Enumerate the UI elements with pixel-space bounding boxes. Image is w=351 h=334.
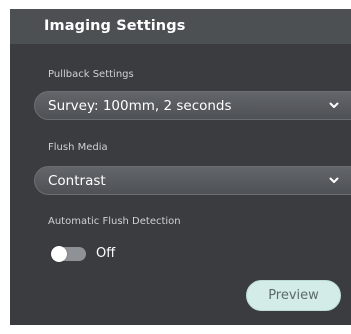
imaging-settings-panel: Imaging Settings Pullback Settings Surve… [10,9,351,325]
panel-title: Imaging Settings [44,18,186,34]
preview-button[interactable]: Preview [246,280,341,311]
toggle-knob [51,246,67,262]
pullback-settings-dropdown[interactable]: Survey: 100mm, 2 seconds [34,91,351,120]
pullback-settings-label: Pullback Settings [48,69,134,80]
chevron-down-icon [329,102,339,108]
panel-header: Imaging Settings [10,9,351,44]
pullback-settings-value: Survey: 100mm, 2 seconds [48,98,232,114]
chevron-down-icon [329,177,339,183]
flush-media-value: Contrast [48,173,106,189]
automatic-flush-toggle-row: Off [51,245,172,263]
automatic-flush-detection-label: Automatic Flush Detection [48,216,181,227]
toggle-state-label: Off [96,246,116,261]
automatic-flush-toggle[interactable] [51,246,86,262]
flush-media-label: Flush Media [48,142,108,153]
flush-media-dropdown[interactable]: Contrast [34,166,351,195]
